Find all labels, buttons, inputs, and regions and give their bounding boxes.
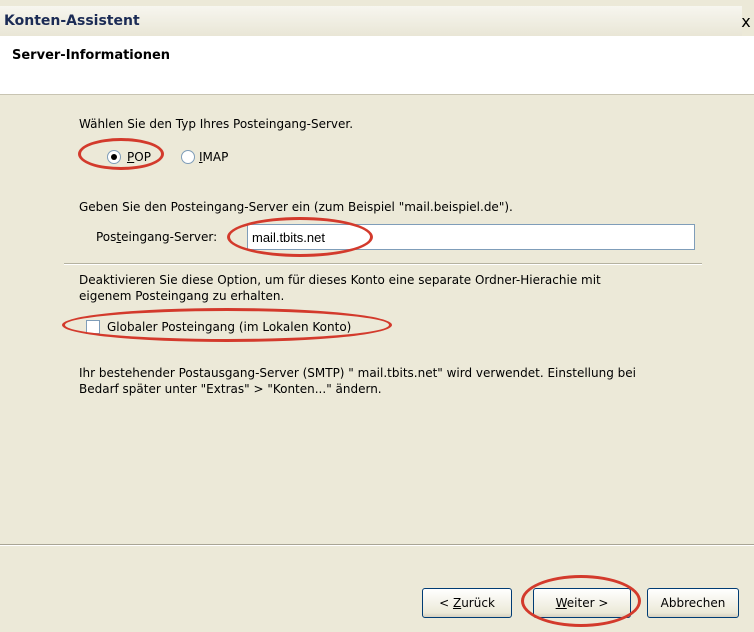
imap-radio-label[interactable]: IMAP xyxy=(199,150,228,164)
global-inbox-checkbox-label[interactable]: Globaler Posteingang (im Lokalen Konto) xyxy=(107,320,351,334)
next-button[interactable]: Weiter > xyxy=(533,588,631,618)
account-wizard-window: Konten-Assistent x Server-Informationen … xyxy=(0,0,754,632)
pop-label-rest: OP xyxy=(134,150,151,164)
imap-label-rest: MAP xyxy=(202,150,229,164)
global-inbox-description-1: Deaktivieren Sie diese Option, um für di… xyxy=(79,273,601,287)
imap-radio[interactable] xyxy=(181,150,195,164)
wizard-content: Wählen Sie den Typ Ihres Posteingang-Ser… xyxy=(0,95,754,535)
incoming-server-label: Posteingang-Server: xyxy=(96,230,218,244)
divider xyxy=(64,263,702,265)
global-inbox-checkbox[interactable] xyxy=(86,320,100,334)
annotation-ellipse-pop xyxy=(78,138,164,170)
window-title: Konten-Assistent xyxy=(4,13,140,29)
smtp-info-line-1: Ihr bestehender Postausgang-Server (SMTP… xyxy=(79,366,636,380)
incoming-server-instruction: Geben Sie den Posteingang-Server ein (zu… xyxy=(79,200,513,214)
next-mnemonic: W xyxy=(555,596,567,610)
back-mnemonic: Z xyxy=(452,596,462,610)
pop-radio-label[interactable]: POP xyxy=(127,150,151,164)
title-bar: Konten-Assistent xyxy=(0,6,742,37)
incoming-server-input[interactable] xyxy=(247,224,695,250)
smtp-info-line-2: Bedarf später unter "Extras" > "Konten..… xyxy=(79,382,382,396)
global-inbox-description-2: eigenem Posteingang zu erhalten. xyxy=(79,289,285,303)
wizard-header: Server-Informationen xyxy=(0,36,754,95)
cancel-button[interactable]: Abbrechen xyxy=(647,588,739,618)
server-type-prompt: Wählen Sie den Typ Ihres Posteingang-Ser… xyxy=(79,117,354,131)
back-button[interactable]: < Zurück xyxy=(422,588,512,618)
footer-divider xyxy=(0,544,754,546)
page-title: Server-Informationen xyxy=(12,48,171,63)
incoming-server-mnemonic: t xyxy=(116,230,122,244)
close-icon[interactable]: x xyxy=(738,14,754,30)
pop-radio[interactable] xyxy=(107,150,121,164)
